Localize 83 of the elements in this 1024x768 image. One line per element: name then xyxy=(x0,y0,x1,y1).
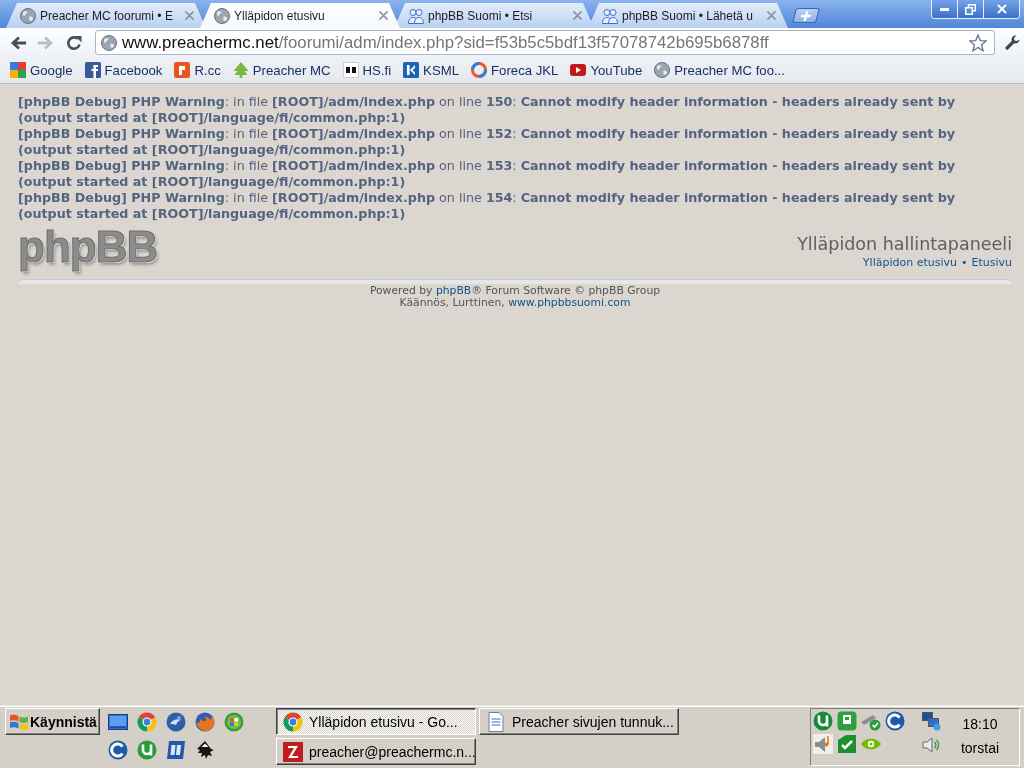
footer-link[interactable]: www.phpbbsuomi.com xyxy=(508,296,631,309)
people-icon xyxy=(602,7,618,24)
tile-icon[interactable] xyxy=(837,711,857,731)
bookmark-link[interactable]: Facebook xyxy=(84,62,163,78)
tile-icon xyxy=(403,62,420,78)
taskbar-button[interactable]: preacher@preachermc.n... xyxy=(276,738,476,765)
speaker-icon[interactable] xyxy=(921,735,941,755)
footer-credit-text: Powered by phpBB® Forum Software © phpBB Group xyxy=(369,285,661,297)
minimize-button[interactable] xyxy=(932,0,957,18)
panel-title: Ylläpidon hallintapaneeli xyxy=(797,233,1012,255)
tree-icon xyxy=(232,62,249,78)
tile-icon xyxy=(283,741,303,762)
squares-icon xyxy=(10,62,26,78)
bookmark-link[interactable]: HS.fi xyxy=(342,62,392,78)
bullet-separator: • xyxy=(961,256,968,270)
flag-orb-icon[interactable] xyxy=(224,712,244,732)
bookmark-link[interactable]: Google xyxy=(10,62,73,78)
footer-credit-text: Käännös, Lurttinen, www.phpbbsuomi.com xyxy=(399,297,631,309)
bookmark-link[interactable]: Preacher MC foo... xyxy=(654,62,785,78)
debug-warning-text: [phpBB Debug] PHP Warning: in file [ROOT]/adm/index.php on line 153: Cannot modify header information - headers already sent by (output started at [ROOT]/language/fi/common.php:1) xyxy=(18,158,957,190)
star-icon xyxy=(969,33,987,52)
tile-icon xyxy=(84,62,101,78)
wrench-icon xyxy=(1004,34,1020,51)
plus-icon xyxy=(799,10,813,20)
new-tab-button[interactable] xyxy=(792,7,820,23)
debug-warning-text: [phpBB Debug] PHP Warning: in file [ROOT]/adm/index.php on line 150: Cannot modify header information - headers already sent by (output started at [ROOT]/language/fi/common.php:1) xyxy=(18,94,957,126)
clock-time: 18:10 xyxy=(962,717,998,732)
ring-icon[interactable] xyxy=(885,711,905,731)
document-icon xyxy=(486,711,506,732)
close-icon[interactable] xyxy=(573,11,582,20)
bookmark-link[interactable]: YouTube xyxy=(570,62,643,78)
clock-day: torstai xyxy=(960,741,1000,756)
disc-icon[interactable] xyxy=(813,711,833,731)
reload-icon xyxy=(66,34,82,51)
people-icon xyxy=(408,7,424,24)
taskbar-button[interactable]: Ylläpidon etusivu - Go... xyxy=(276,708,476,735)
browser-tab[interactable]: Ylläpidon etusivu xyxy=(200,3,400,28)
close-button[interactable] xyxy=(983,0,1019,18)
start-button[interactable]: Käynnistä xyxy=(5,708,100,735)
close-icon[interactable] xyxy=(185,11,194,20)
bookmark-link[interactable]: Preacher MC xyxy=(232,62,331,78)
restore-icon xyxy=(965,3,976,15)
pinwheel-icon xyxy=(283,711,303,732)
splash-icon[interactable] xyxy=(195,740,215,760)
desktop-icon[interactable] xyxy=(108,714,128,730)
play-icon xyxy=(570,64,587,76)
close-icon[interactable] xyxy=(767,11,776,20)
orb-icon[interactable] xyxy=(166,712,186,732)
footer-link[interactable]: phpBB xyxy=(435,284,472,297)
tile-icon xyxy=(342,62,359,78)
tile-icon[interactable] xyxy=(166,740,186,760)
ring-icon[interactable] xyxy=(108,740,128,760)
globe-icon xyxy=(214,7,230,24)
tile-icon xyxy=(174,62,191,78)
browser-tab[interactable]: phpBB Suomi • Lähetä u xyxy=(588,3,788,28)
globe-icon xyxy=(20,7,36,24)
bookmark-link[interactable]: Foreca JKL xyxy=(471,62,559,78)
disc-icon[interactable] xyxy=(137,740,157,760)
orb-icon[interactable] xyxy=(195,712,215,732)
monitors-icon[interactable] xyxy=(921,711,941,731)
globe-icon xyxy=(654,62,671,78)
debug-warning-text: [phpBB Debug] PHP Warning: in file [ROOT]/adm/index.php on line 152: Cannot modify header information - headers already sent by (output started at [ROOT]/language/fi/common.php:1) xyxy=(18,126,957,158)
speaker-icon[interactable] xyxy=(813,734,833,754)
ring-icon xyxy=(471,62,487,78)
bookmark-link[interactable]: KSML xyxy=(403,62,459,78)
back-icon xyxy=(10,35,26,50)
address-field[interactable]: www.preachermc.net/foorumi/adm/index.php?sid=f53b5c5bdf13f57078742b695b6878ff xyxy=(95,30,995,55)
restore-button[interactable] xyxy=(957,0,983,18)
nav-link[interactable]: Ylläpidon etusivu xyxy=(862,256,957,270)
pinwheel-icon[interactable] xyxy=(137,712,157,732)
close-icon xyxy=(996,4,1007,14)
logo: phpBB xyxy=(18,222,158,272)
globe-icon xyxy=(101,34,117,51)
minimize-icon xyxy=(940,7,949,11)
debug-warning-text: [phpBB Debug] PHP Warning: in file [ROOT]/adm/index.php on line 154: Cannot modify header information - headers already sent by (output started at [ROOT]/language/fi/common.php:1) xyxy=(18,190,957,222)
forward-icon xyxy=(38,35,54,50)
taskbar-button[interactable]: Preacher sivujen tunnuk... xyxy=(479,708,679,735)
close-icon[interactable] xyxy=(379,11,388,20)
check-icon[interactable] xyxy=(837,734,857,754)
bookmark-star-button[interactable] xyxy=(968,32,988,53)
nav-link[interactable]: Etusivu xyxy=(971,256,1012,270)
bookmark-link[interactable]: R.cc xyxy=(174,62,221,78)
eye-icon[interactable] xyxy=(861,736,881,752)
